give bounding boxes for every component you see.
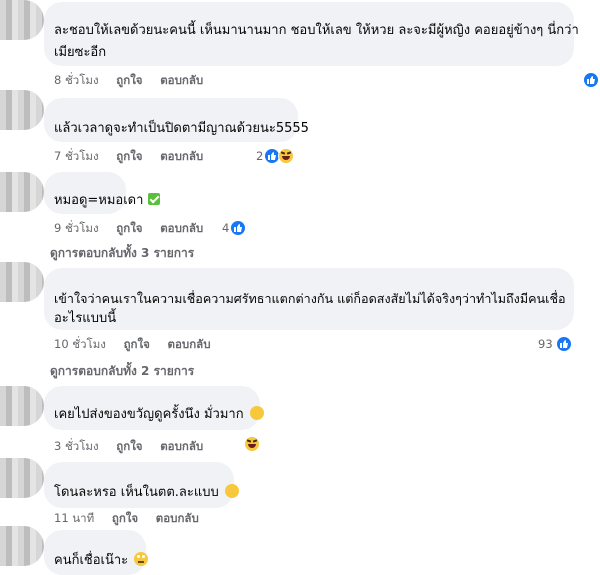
like-button[interactable]: ถูกใจ xyxy=(116,220,142,236)
view-replies-link[interactable]: ดูการตอบกลับทั้ง 3 รายการ xyxy=(50,244,194,263)
comment-time[interactable]: 11 นาที xyxy=(54,510,94,526)
like-button[interactable]: ถูกใจ xyxy=(116,148,142,164)
avatar[interactable] xyxy=(0,172,44,212)
comment-meta: 11 นาที ถูกใจ ตอบกลับ xyxy=(54,510,213,526)
avatar[interactable] xyxy=(0,0,44,40)
smile-emoji xyxy=(249,406,264,420)
comment-meta: 7 ชั่วโมง ถูกใจ ตอบกลับ xyxy=(54,148,217,164)
avatar[interactable] xyxy=(0,90,44,130)
comment-text: ละชอบให้เลขด้วยนะคนนี้ เห็นมานานมาก ชอบใ… xyxy=(54,23,579,38)
reply-button[interactable]: ตอบกลับ xyxy=(160,438,203,454)
comment-meta: 10 ชั่วโมง ถูกใจ ตอบกลับ xyxy=(54,336,225,352)
view-replies-link[interactable]: ดูการตอบกลับทั้ง 2 รายการ xyxy=(50,362,194,381)
comment-text: หมอดู=หมอเดา xyxy=(54,190,160,212)
comment-time[interactable]: 9 ชั่วโมง xyxy=(54,220,99,236)
check-icon xyxy=(147,193,160,205)
smile-emoji xyxy=(224,484,239,498)
comment-text: แล้วเวลาดูจะทำเป็นปิดตามีญาณด้วยนะ5555 xyxy=(54,121,309,136)
like-button[interactable]: ถูกใจ xyxy=(124,336,150,352)
comment-text: เคยไปส่งของขวัญดูครั้งนึง มั่วมาก xyxy=(54,404,264,426)
comment-bubble: คนก็เชื่อเน๊าะ xyxy=(44,530,149,575)
comment-bubble: เข้าใจว่าคนเราในความเชื่อความศรัทธาแตกต่… xyxy=(44,268,574,330)
comment-meta: 8 ชั่วโมง ถูกใจ ตอบกลับ xyxy=(54,72,217,88)
comment-time[interactable]: 7 ชั่วโมง xyxy=(54,148,99,164)
comment-text-line2: อะไรแบบนี้ xyxy=(54,311,117,326)
like-button[interactable]: ถูกใจ xyxy=(116,438,142,454)
comment-text-content: โดนละหรอ เห็นในตต.ละแบบ xyxy=(54,485,219,500)
reply-button[interactable]: ตอบกลับ xyxy=(160,148,203,164)
comment-text: คนก็เชื่อเน๊าะ xyxy=(54,550,149,572)
reaction-count[interactable]: 2 xyxy=(256,149,263,163)
comment-bubble: เคยไปส่งของขวัญดูครั้งนึง มั่วมาก xyxy=(44,386,264,430)
comment-bubble: แล้วเวลาดูจะทำเป็นปิดตามีญาณด้วยนะ5555 xyxy=(44,98,309,142)
comment-bubble: ละชอบให้เลขด้วยนะคนนี้ เห็นมานานมาก ชอบใ… xyxy=(44,2,579,66)
avatar[interactable] xyxy=(0,458,44,498)
comment-time[interactable]: 8 ชั่วโมง xyxy=(54,72,99,88)
avatar[interactable] xyxy=(0,386,44,426)
rolling-eyes-emoji xyxy=(134,552,149,566)
comment-text-line2: เมียซะอีก xyxy=(54,45,107,60)
comment-bubble: โดนละหรอ เห็นในตต.ละแบบ xyxy=(44,462,239,508)
reaction-count[interactable]: 93 xyxy=(538,337,553,351)
reply-button[interactable]: ตอบกลับ xyxy=(168,336,211,352)
like-icon[interactable] xyxy=(230,220,246,236)
avatar[interactable] xyxy=(0,526,44,566)
comment-meta: 3 ชั่วโมง ถูกใจ ตอบกลับ xyxy=(54,438,217,454)
like-button[interactable]: ถูกใจ xyxy=(116,72,142,88)
avatar[interactable] xyxy=(0,262,44,302)
haha-icon[interactable] xyxy=(244,436,260,452)
haha-icon[interactable] xyxy=(278,148,294,164)
like-icon[interactable] xyxy=(583,72,599,88)
comment-text-content: คนก็เชื่อเน๊าะ xyxy=(54,553,129,568)
reply-button[interactable]: ตอบกลับ xyxy=(156,510,199,526)
comment-text-content: เคยไปส่งของขวัญดูครั้งนึง มั่วมาก xyxy=(54,407,244,422)
reply-button[interactable]: ตอบกลับ xyxy=(160,220,203,236)
reaction-count[interactable]: 4 xyxy=(222,221,229,235)
like-icon[interactable] xyxy=(556,336,572,352)
comment-meta: 9 ชั่วโมง ถูกใจ ตอบกลับ xyxy=(54,220,217,236)
comment-text: โดนละหรอ เห็นในตต.ละแบบ xyxy=(54,482,239,504)
comment-text: เข้าใจว่าคนเราในความเชื่อความศรัทธาแตกต่… xyxy=(54,291,566,306)
comment-time[interactable]: 3 ชั่วโมง xyxy=(54,438,99,454)
like-button[interactable]: ถูกใจ xyxy=(112,510,138,526)
reply-button[interactable]: ตอบกลับ xyxy=(160,72,203,88)
comment-bubble: หมอดู=หมอเดา xyxy=(44,172,160,214)
comment-text-content: หมอดู=หมอเดา xyxy=(54,193,144,208)
comment-time[interactable]: 10 ชั่วโมง xyxy=(54,336,106,352)
